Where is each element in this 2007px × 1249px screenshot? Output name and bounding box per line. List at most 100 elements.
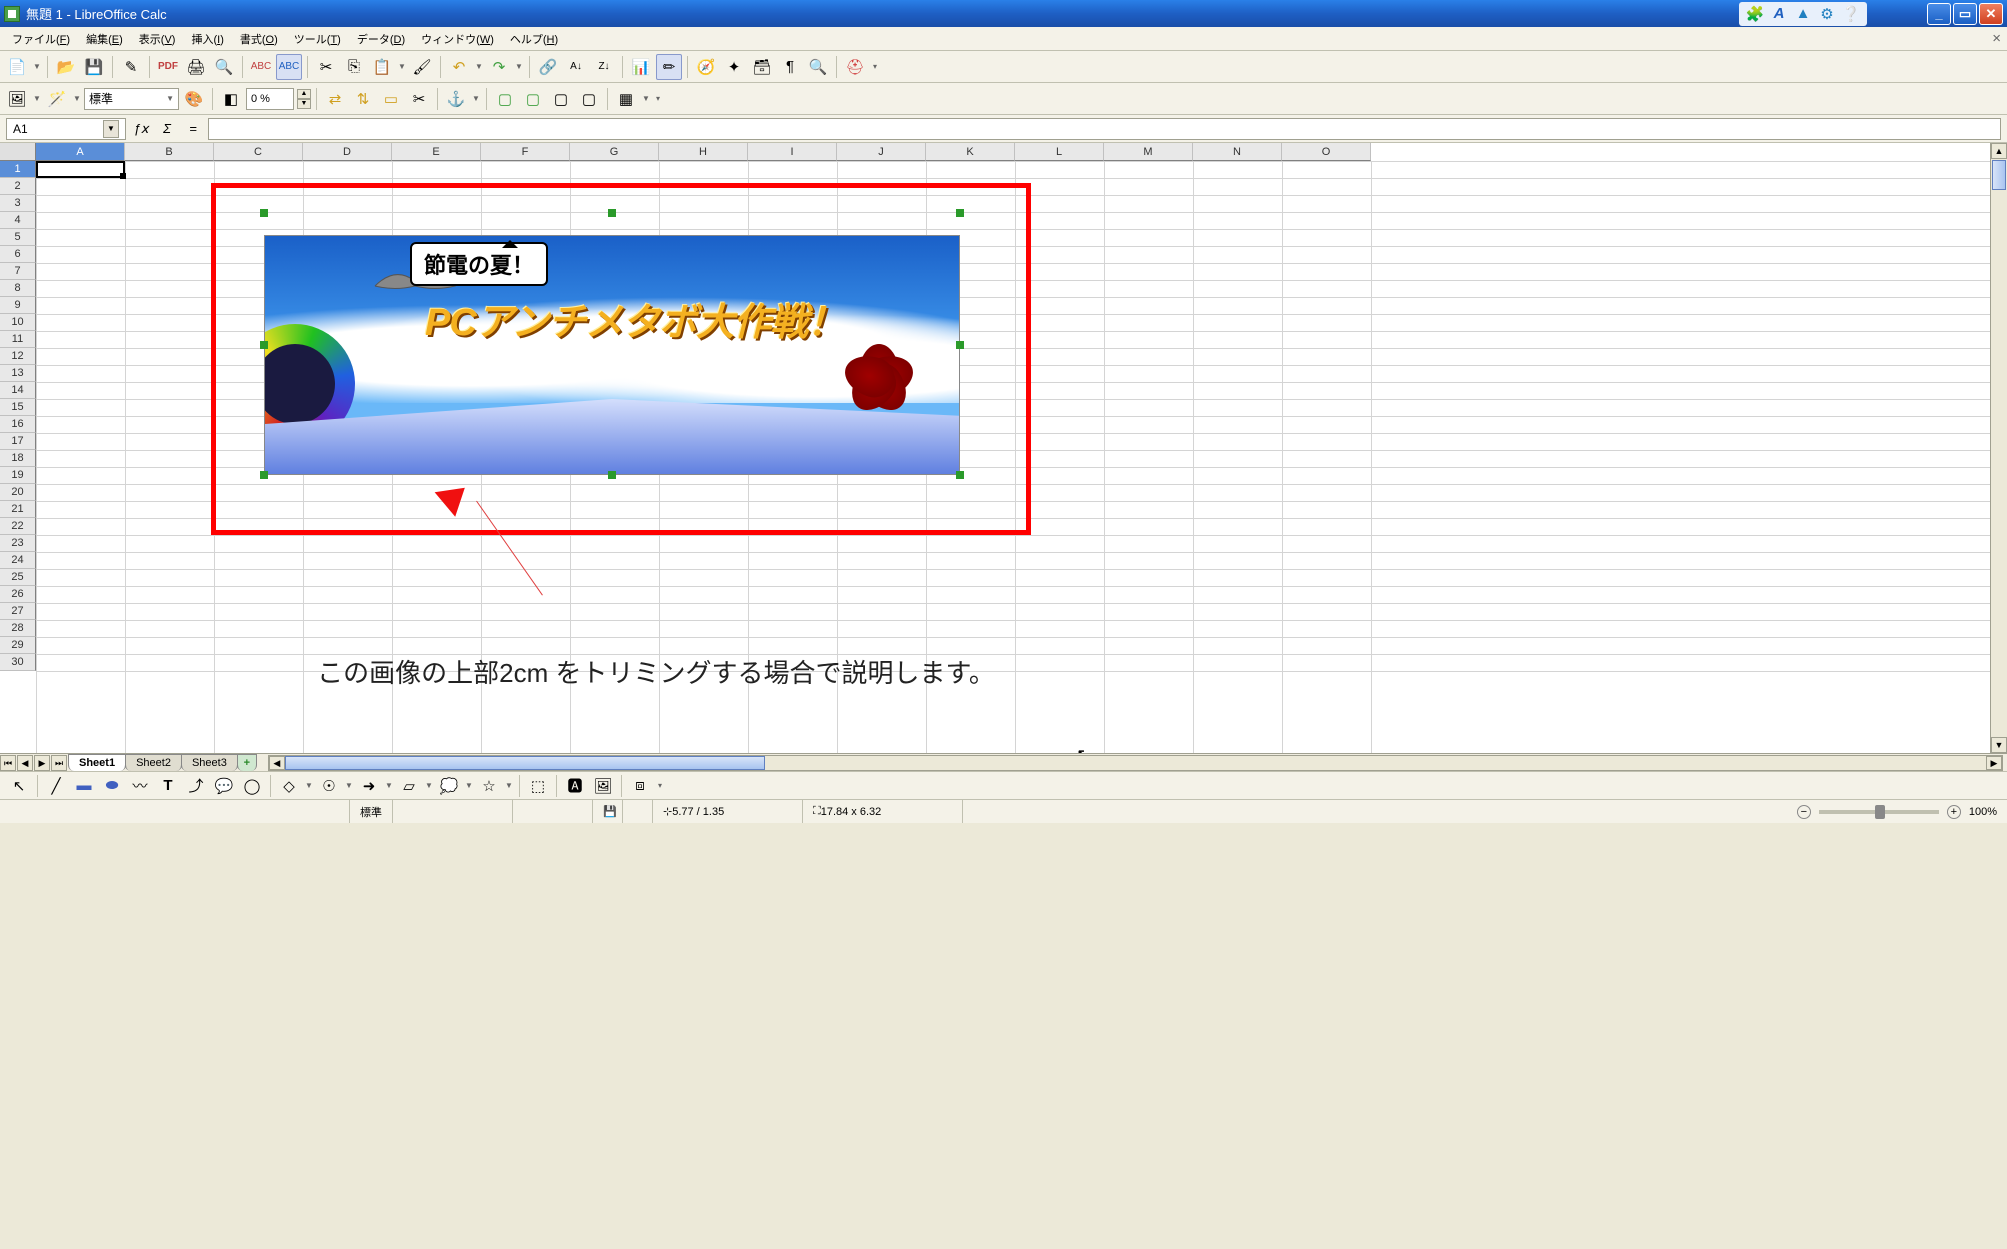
- row-header[interactable]: 16: [0, 416, 36, 433]
- row-header[interactable]: 13: [0, 365, 36, 382]
- align-button[interactable]: ▦: [613, 86, 639, 112]
- graphics-mode-button[interactable]: 🪄: [44, 86, 70, 112]
- vscroll-thumb[interactable]: [1992, 160, 2006, 190]
- column-header[interactable]: A: [36, 143, 125, 161]
- star-shapes-tool[interactable]: ☆: [476, 773, 502, 799]
- dd[interactable]: ▼: [384, 781, 394, 790]
- navigator-button[interactable]: 🧭: [693, 54, 719, 80]
- dd[interactable]: ▼: [424, 781, 434, 790]
- dd[interactable]: ▼: [344, 781, 354, 790]
- function-wizard-button[interactable]: ƒⅹ: [130, 118, 152, 140]
- curve-tool[interactable]: ⤴: [183, 773, 209, 799]
- graphics-dropdown[interactable]: ▼: [72, 94, 82, 103]
- first-sheet-button[interactable]: ⏮: [0, 755, 16, 771]
- row-header[interactable]: 25: [0, 569, 36, 586]
- redo-button[interactable]: ↷: [486, 54, 512, 80]
- menu-w[interactable]: ウィンドウ(W): [413, 29, 502, 49]
- sheet-tab[interactable]: Sheet1: [68, 754, 126, 771]
- ext-icon-1[interactable]: 🧩: [1745, 4, 1765, 24]
- resize-handle-w[interactable]: [260, 341, 268, 349]
- select-tool[interactable]: ↖: [6, 773, 32, 799]
- symbol-shapes-tool[interactable]: ☉: [316, 773, 342, 799]
- resize-handle-se[interactable]: [956, 471, 964, 479]
- callout-shapes-tool[interactable]: 💭: [436, 773, 462, 799]
- filter-dropdown[interactable]: ▼: [32, 94, 42, 103]
- column-header[interactable]: O: [1282, 143, 1371, 161]
- column-header[interactable]: C: [214, 143, 303, 161]
- vertical-scrollbar[interactable]: ▲ ▼: [1990, 143, 2007, 753]
- menu-d[interactable]: データ(D): [349, 29, 413, 49]
- scroll-left-button[interactable]: ◀: [269, 756, 285, 770]
- frame-button[interactable]: ▭: [378, 86, 404, 112]
- points-tool[interactable]: ⬚: [525, 773, 551, 799]
- equals-button[interactable]: =: [182, 118, 204, 140]
- zoom-button[interactable]: 🔍: [805, 54, 831, 80]
- menu-f[interactable]: ファイル(F): [4, 29, 78, 49]
- row-header[interactable]: 7: [0, 263, 36, 280]
- selected-image-object[interactable]: 節電の夏！ PCアンチメタボ大作戦！: [264, 213, 960, 475]
- gallery-button[interactable]: ✦: [721, 54, 747, 80]
- row-header[interactable]: 10: [0, 314, 36, 331]
- close-document-button[interactable]: ×: [1992, 30, 2001, 47]
- row-header[interactable]: 14: [0, 382, 36, 399]
- foreground-button[interactable]: ▢: [548, 86, 574, 112]
- column-header[interactable]: I: [748, 143, 837, 161]
- column-header[interactable]: J: [837, 143, 926, 161]
- anchor-dropdown[interactable]: ▼: [471, 94, 481, 103]
- add-sheet-button[interactable]: +: [237, 754, 257, 771]
- sort-asc-button[interactable]: A↓: [563, 54, 589, 80]
- toolbar-overflow[interactable]: ▾: [870, 62, 880, 71]
- image-style-combo[interactable]: 標準 ▼: [84, 88, 179, 110]
- row-header[interactable]: 29: [0, 637, 36, 654]
- column-header[interactable]: H: [659, 143, 748, 161]
- column-header[interactable]: F: [481, 143, 570, 161]
- horizontal-scrollbar[interactable]: ◀ ▶: [268, 755, 2003, 771]
- ellipse-tool[interactable]: ⬬: [99, 773, 125, 799]
- scroll-up-button[interactable]: ▲: [1991, 143, 2007, 159]
- row-header[interactable]: 18: [0, 450, 36, 467]
- settings-icon[interactable]: ⚙: [1817, 4, 1837, 24]
- row-header[interactable]: 12: [0, 348, 36, 365]
- row-header[interactable]: 27: [0, 603, 36, 620]
- sort-desc-button[interactable]: Z↓: [591, 54, 617, 80]
- row-header[interactable]: 21: [0, 501, 36, 518]
- zoom-in-button[interactable]: +: [1947, 805, 1961, 819]
- shapes-tool[interactable]: ◯: [239, 773, 265, 799]
- sheet-tab[interactable]: Sheet2: [125, 754, 182, 771]
- minimize-button[interactable]: _: [1927, 3, 1951, 25]
- redo-dropdown[interactable]: ▼: [514, 62, 524, 71]
- zoom-out-button[interactable]: −: [1797, 805, 1811, 819]
- status-selection-mode[interactable]: [513, 800, 593, 823]
- row-header[interactable]: 19: [0, 467, 36, 484]
- menu-h[interactable]: ヘルプ(H): [502, 29, 566, 49]
- row-header[interactable]: 24: [0, 552, 36, 569]
- from-file-tool[interactable]: 🖼: [590, 773, 616, 799]
- row-header[interactable]: 8: [0, 280, 36, 297]
- column-header[interactable]: K: [926, 143, 1015, 161]
- next-sheet-button[interactable]: ▶: [34, 755, 50, 771]
- row-header[interactable]: 6: [0, 246, 36, 263]
- open-button[interactable]: 📂: [53, 54, 79, 80]
- callout-tool[interactable]: 💬: [211, 773, 237, 799]
- edit-button[interactable]: ✎: [118, 54, 144, 80]
- sheet-tab[interactable]: Sheet3: [181, 754, 238, 771]
- flip-h-button[interactable]: ⇄: [322, 86, 348, 112]
- transparency-value[interactable]: 0 %: [246, 88, 294, 110]
- flip-v-button[interactable]: ⇅: [350, 86, 376, 112]
- zoom-slider[interactable]: [1819, 810, 1939, 814]
- menu-v[interactable]: 表示(V): [131, 29, 184, 49]
- transparency-spinner[interactable]: ▲▼: [297, 89, 311, 109]
- help-icon[interactable]: ❔: [1841, 4, 1861, 24]
- scroll-right-button[interactable]: ▶: [1986, 756, 2002, 770]
- background-button[interactable]: ▢: [576, 86, 602, 112]
- cell-reference-box[interactable]: A1 ▼: [6, 118, 126, 140]
- row-header[interactable]: 5: [0, 229, 36, 246]
- column-header[interactable]: L: [1015, 143, 1104, 161]
- close-button[interactable]: ✕: [1979, 3, 2003, 25]
- maximize-button[interactable]: ▭: [1953, 3, 1977, 25]
- crop-button[interactable]: ✂: [406, 86, 432, 112]
- rect-tool[interactable]: ▬: [71, 773, 97, 799]
- resize-handle-e[interactable]: [956, 341, 964, 349]
- menu-t[interactable]: ツール(T): [286, 29, 349, 49]
- bring-front-button[interactable]: ▢: [492, 86, 518, 112]
